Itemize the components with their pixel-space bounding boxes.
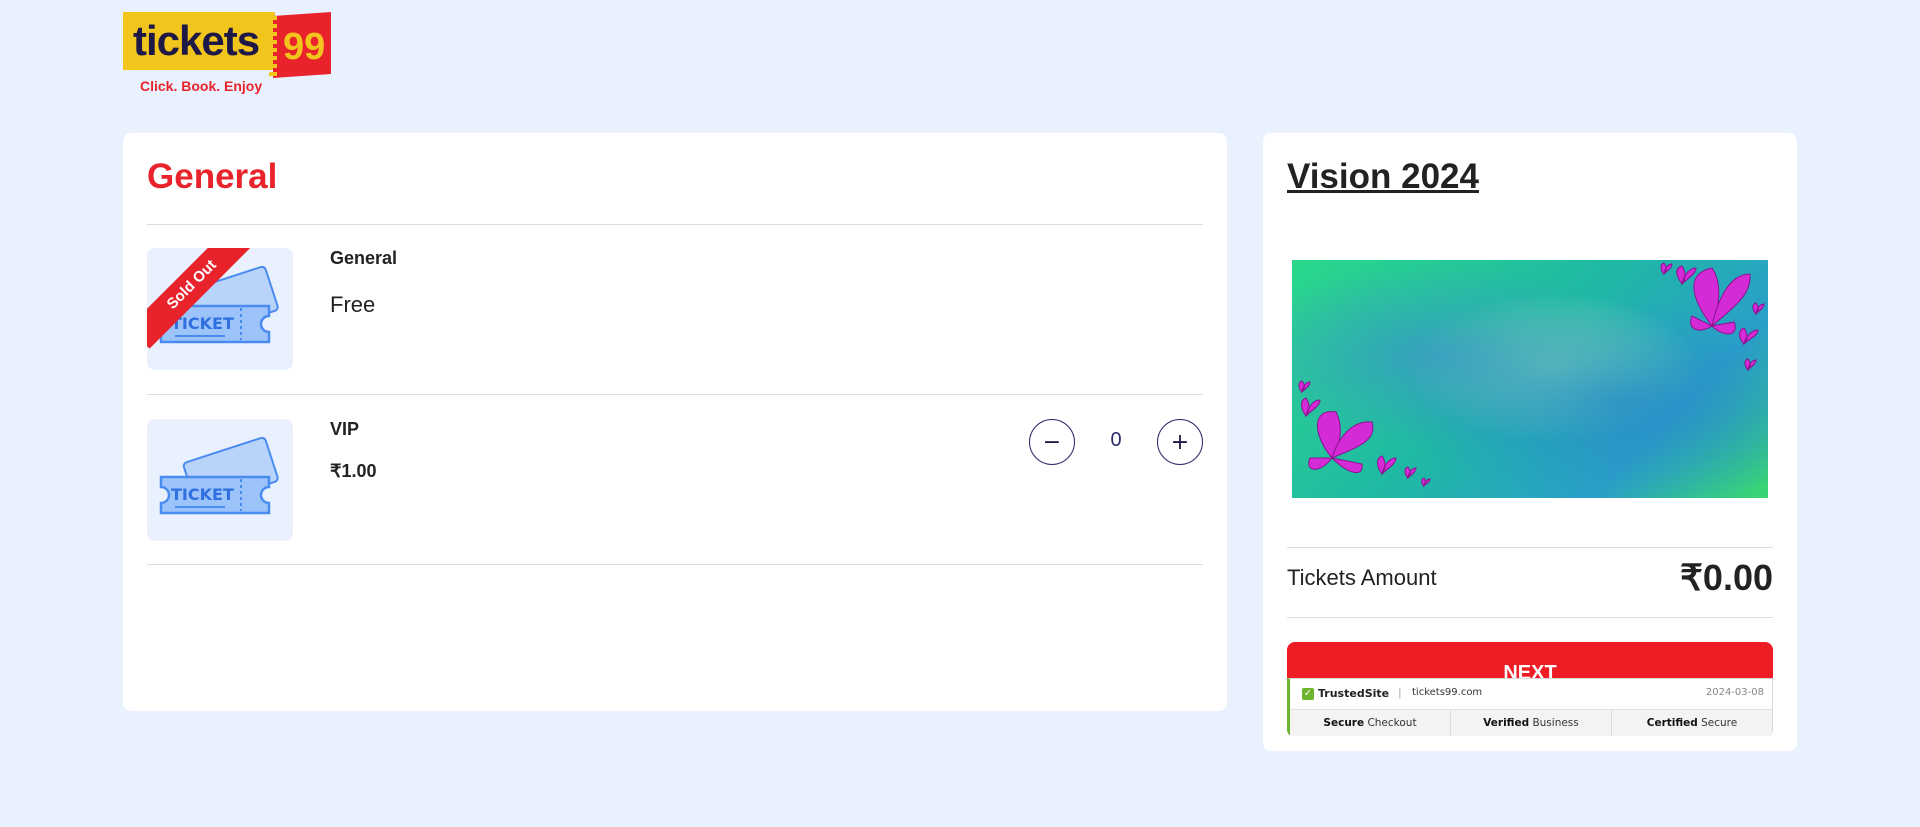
trust-badge-certified-secure: Certified Secure bbox=[1646, 717, 1738, 729]
ticket-icon: TICKET bbox=[159, 437, 279, 515]
check-icon: ✓ bbox=[1302, 688, 1314, 700]
increase-quantity-button[interactable]: + bbox=[1157, 419, 1203, 465]
trust-header: ✓ TrustedSite | tickets99.com 2024-03-08 bbox=[1290, 679, 1772, 709]
event-title-link[interactable]: Vision 2024 bbox=[1287, 157, 1479, 197]
ticket-name: VIP bbox=[330, 419, 360, 439]
order-summary-card: Vision 2024 Tickets Amount ₹0.00 NEXT ✓ … bbox=[1263, 133, 1797, 751]
logo-number: 99 bbox=[283, 26, 326, 68]
ticket-price: ₹1.00 bbox=[330, 461, 377, 481]
trust-domain: tickets99.com bbox=[1412, 687, 1483, 698]
ticket-image: TICKET bbox=[147, 419, 293, 541]
trust-brand: TrustedSite bbox=[1318, 687, 1390, 700]
butterfly-icon bbox=[1298, 380, 1431, 488]
ticket-selection-card: General TICKET Sold Out General Free TIC… bbox=[123, 133, 1227, 711]
sold-out-ribbon: Sold Out bbox=[147, 248, 257, 358]
ticket-name: General bbox=[330, 248, 398, 268]
ticket-image: TICKET Sold Out bbox=[147, 248, 293, 370]
logo-word: tickets bbox=[133, 17, 260, 64]
trust-separator: | bbox=[1398, 686, 1402, 699]
divider bbox=[1287, 547, 1773, 548]
svg-text:TICKET: TICKET bbox=[171, 485, 234, 504]
ticket-row-general: TICKET Sold Out General Free bbox=[147, 248, 1203, 372]
ticket-price: Free bbox=[330, 292, 376, 317]
tickets-amount-label: Tickets Amount bbox=[1287, 565, 1437, 590]
quantity-stepper: − 0 + bbox=[1029, 419, 1203, 465]
trustedsite-badge[interactable]: ✓ TrustedSite | tickets99.com 2024-03-08… bbox=[1287, 678, 1773, 736]
site-logo[interactable]: tickets 99 Click. Book. Enjoy bbox=[123, 11, 343, 102]
event-banner-image bbox=[1292, 260, 1768, 498]
trust-badges: Secure Checkout Verified Business Certif… bbox=[1290, 709, 1772, 736]
section-title: General bbox=[147, 157, 278, 196]
trust-badge-verified-business: Verified Business bbox=[1451, 710, 1612, 736]
trust-date: 2024-03-08 bbox=[1705, 687, 1764, 698]
trust-badge-secure-checkout: Secure Checkout bbox=[1290, 710, 1451, 736]
divider bbox=[147, 564, 1203, 565]
logo-tagline: Click. Book. Enjoy bbox=[140, 78, 263, 94]
divider bbox=[147, 224, 1203, 225]
butterfly-icon bbox=[1660, 262, 1765, 372]
ticket-row-vip: TICKET VIP ₹1.00 − 0 + bbox=[147, 419, 1203, 543]
divider bbox=[147, 394, 1203, 395]
divider bbox=[1287, 617, 1773, 618]
tickets-amount-value: ₹0.00 bbox=[1680, 557, 1773, 598]
sold-out-label: Sold Out bbox=[147, 248, 256, 349]
